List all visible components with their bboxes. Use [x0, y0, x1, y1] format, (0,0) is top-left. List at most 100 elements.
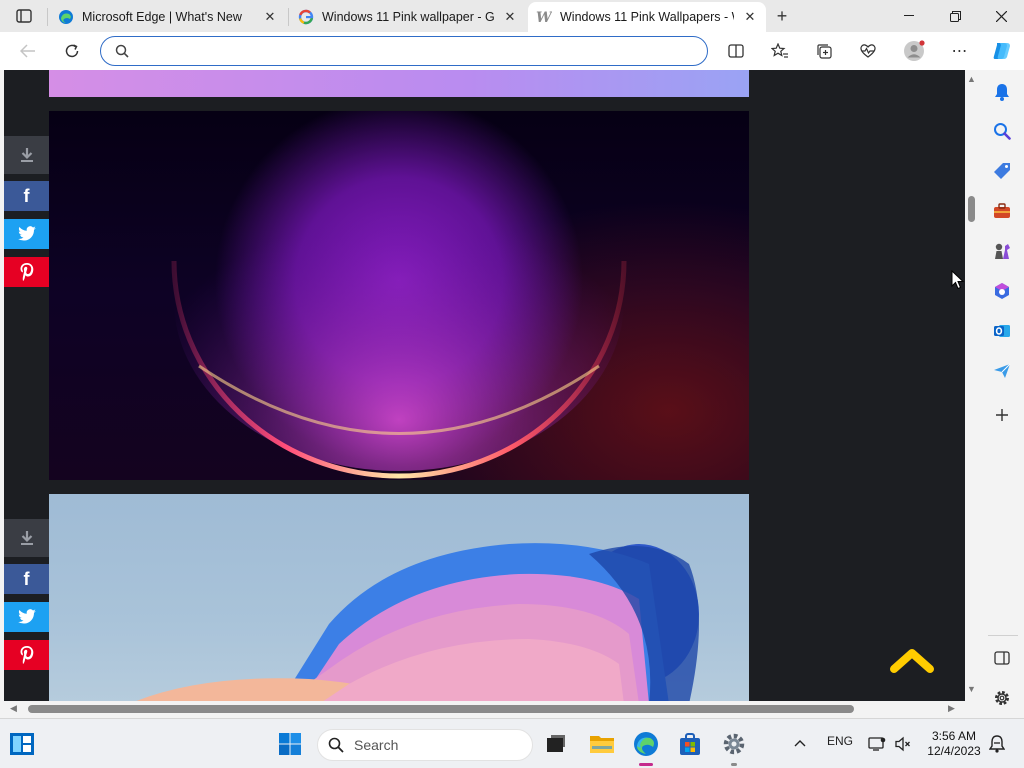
profile-button[interactable]: [900, 38, 928, 64]
refresh-icon: [65, 44, 79, 58]
split-screen-icon: [728, 44, 744, 58]
outlook-button[interactable]: [991, 320, 1013, 342]
sidebar-divider: [988, 635, 1018, 636]
settings-taskbar-button[interactable]: [717, 727, 751, 761]
download-button[interactable]: [4, 519, 49, 557]
collections-button[interactable]: [810, 38, 838, 64]
show-hidden-icons-button[interactable]: [794, 736, 806, 750]
address-input[interactable]: [137, 39, 707, 63]
refresh-button[interactable]: [58, 38, 86, 64]
svg-text:W: W: [536, 10, 552, 25]
settings-more-button[interactable]: ⋯: [946, 38, 974, 64]
widgets-button[interactable]: [5, 727, 39, 761]
tab-wallpapers-active[interactable]: W Windows 11 Pink Wallpapers - W ✕: [528, 2, 766, 32]
page-viewport: f f: [4, 70, 965, 701]
minimize-button[interactable]: [886, 0, 932, 32]
wallpaper-image-top[interactable]: [49, 70, 749, 97]
favorites-button[interactable]: [766, 38, 794, 64]
twitter-icon: [17, 226, 36, 241]
browser-essentials-button[interactable]: [854, 38, 882, 64]
tools-button[interactable]: [991, 200, 1013, 222]
address-bar[interactable]: [100, 36, 708, 66]
network-icon: [868, 737, 886, 751]
twitter-share-button[interactable]: [4, 219, 49, 249]
tab-actions-button[interactable]: [8, 6, 40, 26]
facebook-icon: f: [23, 568, 30, 589]
add-sidebar-app-button[interactable]: [991, 404, 1013, 426]
new-tab-button[interactable]: +: [772, 6, 792, 26]
chevron-up-icon: [794, 740, 806, 747]
clock-date: 12/4/2023: [927, 744, 981, 758]
download-button[interactable]: [4, 136, 49, 174]
drop-button[interactable]: [991, 360, 1013, 382]
back-button[interactable]: [14, 38, 42, 64]
edge-taskbar-button[interactable]: [629, 727, 663, 761]
arrow-left-icon: [20, 44, 35, 58]
vertical-scroll-thumb[interactable]: [968, 196, 975, 222]
network-button[interactable]: [868, 736, 886, 755]
folder-icon: [590, 736, 614, 753]
scroll-left-arrow-icon[interactable]: ◀: [10, 703, 17, 714]
task-view-button[interactable]: [539, 727, 573, 761]
collections-icon: [817, 44, 832, 59]
bloom-artwork: [136, 543, 699, 701]
microsoft-store-button[interactable]: [673, 727, 707, 761]
tab-edge-whats-new[interactable]: Microsoft Edge | What's New ✕: [50, 2, 286, 32]
minimize-icon: [904, 15, 914, 16]
download-icon: [20, 148, 33, 162]
chevron-up-icon: [890, 649, 934, 673]
restore-icon: [949, 10, 961, 22]
system-clock[interactable]: 3:56 AM 12/4/2023: [922, 729, 986, 759]
scroll-right-arrow-icon[interactable]: ▶: [948, 703, 955, 714]
copilot-button[interactable]: [988, 38, 1016, 64]
taskbar-search-box[interactable]: Search: [317, 729, 533, 761]
task-view-icon: [547, 735, 565, 752]
heart-pulse-icon: [860, 44, 876, 58]
sidebar-settings-button[interactable]: [991, 687, 1013, 709]
horizontal-scrollbar[interactable]: ◀ ▶: [4, 701, 965, 717]
scroll-up-arrow-icon[interactable]: ▲: [967, 74, 976, 84]
restore-button[interactable]: [932, 0, 978, 32]
tab-separator: [47, 8, 48, 26]
games-button[interactable]: [991, 240, 1013, 262]
sidebar-search-button[interactable]: [991, 120, 1013, 142]
tab-google-search[interactable]: Windows 11 Pink wallpaper - Go ✕: [290, 2, 526, 32]
start-button[interactable]: [273, 727, 307, 761]
file-explorer-button[interactable]: [585, 727, 619, 761]
bell-icon: [995, 84, 1009, 101]
wallpaper-image-dark-orb[interactable]: [49, 111, 749, 480]
shopping-button[interactable]: [991, 160, 1013, 182]
volume-button[interactable]: [895, 736, 911, 755]
twitter-icon: [17, 609, 36, 624]
mouse-cursor: [951, 269, 965, 293]
close-window-button[interactable]: [978, 0, 1024, 32]
facebook-share-button[interactable]: f: [4, 181, 49, 211]
language-indicator[interactable]: ENG: [827, 734, 853, 748]
paper-plane-icon: [994, 363, 1011, 378]
notifications-button[interactable]: [991, 81, 1013, 103]
facebook-share-button[interactable]: f: [4, 564, 49, 594]
store-bag-icon: [680, 733, 700, 755]
more-dots-icon: ⋯: [951, 43, 969, 60]
pinterest-share-button[interactable]: [4, 640, 49, 670]
vertical-scrollbar[interactable]: ▲ ▼: [965, 70, 979, 701]
tab-title: Windows 11 Pink Wallpapers - W: [560, 10, 734, 24]
scroll-down-arrow-icon[interactable]: ▼: [967, 684, 976, 694]
notification-center-button[interactable]: [988, 735, 1006, 756]
split-screen-button[interactable]: [722, 38, 750, 64]
widgets-icon: [10, 733, 34, 755]
microsoft-365-icon: [995, 283, 1009, 299]
close-tab-icon[interactable]: ✕: [502, 9, 518, 25]
search-icon: [994, 123, 1011, 140]
horizontal-scroll-thumb[interactable]: [28, 705, 854, 713]
hide-sidebar-button[interactable]: [991, 647, 1013, 669]
close-tab-icon[interactable]: ✕: [262, 9, 278, 25]
scroll-to-top-button[interactable]: [888, 645, 936, 675]
windows-taskbar: Search ENG 3:56 AM 12/4/2023: [0, 718, 1024, 768]
pinterest-share-button[interactable]: [4, 257, 49, 287]
close-tab-icon[interactable]: ✕: [742, 9, 758, 25]
gear-icon: [723, 733, 745, 755]
wallpaper-image-bloom[interactable]: [49, 494, 749, 701]
microsoft-365-button[interactable]: [991, 280, 1013, 302]
twitter-share-button[interactable]: [4, 602, 49, 632]
